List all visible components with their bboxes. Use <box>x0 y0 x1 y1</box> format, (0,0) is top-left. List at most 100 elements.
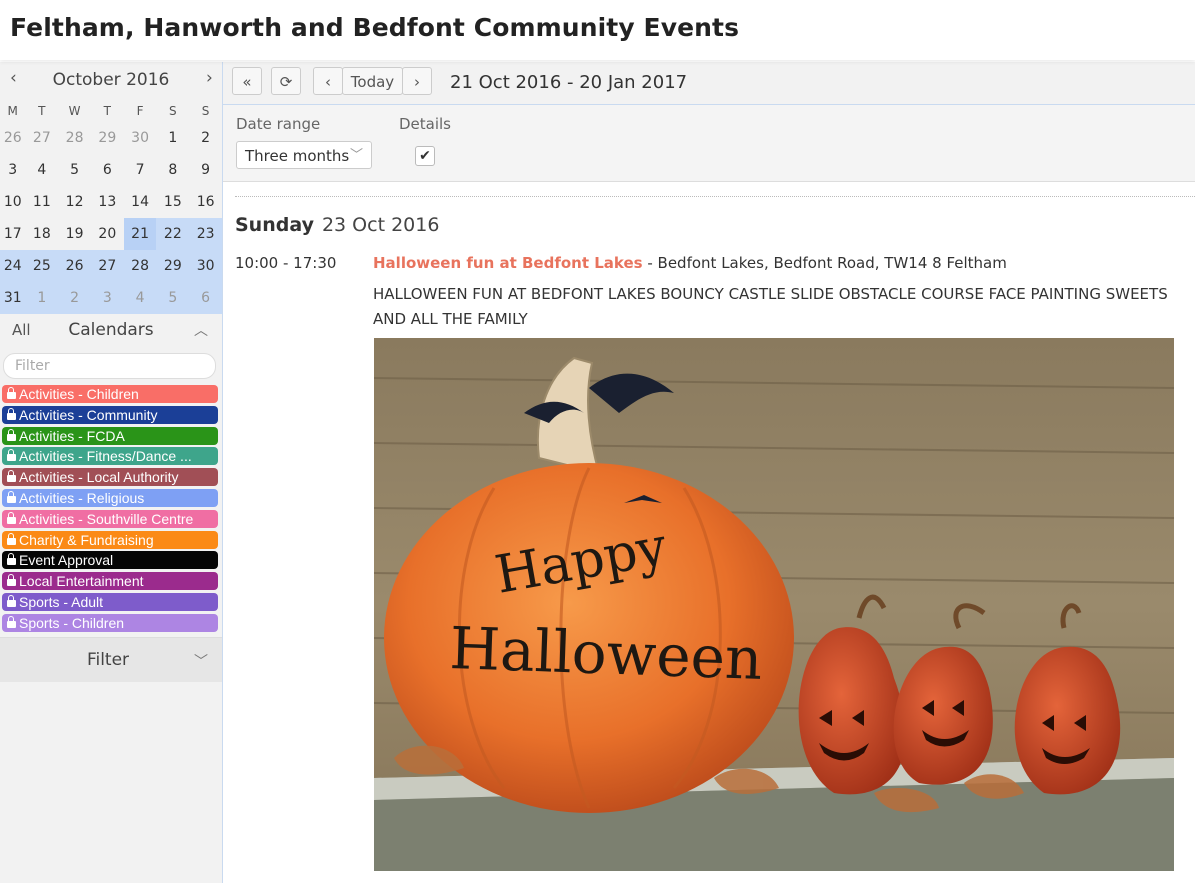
calendar-day[interactable]: 4 <box>123 282 157 314</box>
calendar-day[interactable]: 12 <box>58 186 91 218</box>
calendar-day[interactable]: 11 <box>25 186 58 218</box>
today-button[interactable]: Today <box>342 67 403 95</box>
calendar-item[interactable]: Activities - Community <box>2 405 218 424</box>
weekday-label: T <box>38 104 46 118</box>
next-month-button[interactable]: › <box>206 68 213 88</box>
calendar-day[interactable]: 4 <box>25 154 58 186</box>
calendar-item-label: Activities - Religious <box>19 489 145 506</box>
calendar-day[interactable]: 2 <box>189 122 222 154</box>
calendar-day[interactable]: 7 <box>124 154 157 186</box>
calendar-day[interactable]: 5 <box>58 154 91 186</box>
prev-button[interactable]: ‹ <box>313 67 343 95</box>
calendar-day[interactable]: 21 <box>123 218 157 250</box>
date-range-value: Three months <box>245 147 350 165</box>
mini-calendar: M T W T F S S 26 27 28 29 30 1 2 3 4 5 6… <box>0 100 222 314</box>
calendar-item[interactable]: Activities - Local Authority <box>2 468 218 487</box>
event-title-link[interactable]: Halloween fun at Bedfont Lakes <box>373 254 643 272</box>
calendars-section-header: All Calendars ︿ <box>0 312 222 348</box>
details-checkbox[interactable]: ✔ <box>415 146 435 166</box>
lock-icon <box>7 428 16 441</box>
chevron-down-icon: ﹀ <box>349 148 363 163</box>
calendar-day[interactable]: 15 <box>156 186 189 218</box>
chevron-down-icon[interactable]: ﹀ <box>194 651 208 671</box>
calendars-title[interactable]: Calendars <box>0 320 222 340</box>
calendar-day[interactable]: 24 <box>0 250 26 282</box>
weekday-label: F <box>136 104 144 118</box>
calendar-day[interactable]: 17 <box>0 218 25 250</box>
calendar-day[interactable]: 6 <box>91 154 124 186</box>
calendar-day[interactable]: 16 <box>189 186 222 218</box>
chevron-up-icon[interactable]: ︿ <box>194 320 208 340</box>
calendar-item-label: Activities - FCDA <box>19 427 125 444</box>
calendar-item[interactable]: Activities - Children <box>2 385 218 403</box>
calendar-day[interactable]: 27 <box>25 122 58 154</box>
calendar-day[interactable]: 6 <box>189 282 222 314</box>
month-label: October 2016 <box>52 70 170 90</box>
agenda-view: Sunday 23 Oct 2016 10:00 - 17:30 Hallowee… <box>223 182 1195 883</box>
calendar-item-label: Activities - Southville Centre <box>19 510 194 527</box>
lock-icon <box>7 594 16 607</box>
weekday-label: T <box>103 104 111 118</box>
calendar-item[interactable]: Event Approval <box>2 551 218 570</box>
calendar-day[interactable]: 1 <box>156 122 189 154</box>
calendar-item[interactable]: Charity & Fundraising <box>2 530 218 549</box>
details-label: Details <box>399 115 452 133</box>
calendar-day[interactable]: 8 <box>156 154 189 186</box>
date-range-label: Date range <box>236 115 321 133</box>
calendar-filter-input[interactable]: Filter <box>3 353 216 379</box>
app-header: Feltham, Hanworth and Bedfont Community … <box>0 0 1195 60</box>
calendar-item-label: Sports - Children <box>19 614 125 631</box>
day-name: Sunday <box>235 214 314 236</box>
weekday-label: W <box>68 104 81 118</box>
calendar-day[interactable]: 29 <box>91 122 124 154</box>
calendar-day[interactable]: 22 <box>156 218 190 250</box>
calendar-day[interactable]: 3 <box>90 282 124 314</box>
calendar-day[interactable]: 27 <box>90 250 124 282</box>
calendar-day[interactable]: 3 <box>0 154 25 186</box>
calendar-item[interactable]: Activities - FCDA <box>2 426 218 445</box>
calendar-item[interactable]: Sports - Children <box>2 613 218 632</box>
calendar-item[interactable]: Local Entertainment <box>2 572 218 591</box>
calendar-item[interactable]: Activities - Southville Centre <box>2 509 218 528</box>
sidebar: ‹ October 2016 › M T W T F S S 26 27 28 … <box>0 62 223 883</box>
event-description: HALLOWEEN FUN AT BEDFONT LAKES BOUNCY CA… <box>373 285 1168 328</box>
calendar-item[interactable]: Sports - Adult <box>2 592 218 611</box>
lock-icon <box>7 490 16 503</box>
calendar-day[interactable]: 10 <box>0 186 25 218</box>
first-page-button[interactable]: « <box>232 67 262 95</box>
calendar-day[interactable]: 26 <box>0 122 25 154</box>
calendar-day[interactable]: 18 <box>25 218 58 250</box>
divider <box>235 196 1195 197</box>
calendar-day[interactable]: 26 <box>58 250 91 282</box>
calendar-day[interactable]: 31 <box>0 282 26 314</box>
calendar-day[interactable]: 23 <box>189 218 222 250</box>
event-location: - Bedfont Lakes, Bedfont Road, TW14 8 Fe… <box>642 254 1007 272</box>
filter-section-header[interactable]: Filter ﹀ <box>0 637 222 682</box>
calendar-item[interactable]: Activities - Religious <box>2 488 218 507</box>
calendar-day[interactable]: 28 <box>123 250 157 282</box>
calendar-day[interactable]: 30 <box>124 122 157 154</box>
calendar-day[interactable]: 1 <box>25 282 59 314</box>
date-range-select[interactable]: Three months ﹀ <box>236 141 372 169</box>
lock-icon <box>7 574 16 587</box>
lock-icon <box>7 407 16 420</box>
calendar-day[interactable]: 20 <box>91 218 124 250</box>
calendar-day[interactable]: 2 <box>58 282 91 314</box>
next-button[interactable]: › <box>402 67 432 95</box>
lock-icon <box>7 615 16 628</box>
calendar-day[interactable]: 30 <box>189 250 222 282</box>
calendar-day[interactable]: 19 <box>58 218 91 250</box>
refresh-button[interactable]: ⟳ <box>271 67 301 95</box>
weekday-label: M <box>7 104 18 118</box>
page-title: Feltham, Hanworth and Bedfont Community … <box>10 13 740 42</box>
calendar-day[interactable]: 28 <box>58 122 91 154</box>
calendar-day[interactable]: 29 <box>156 250 190 282</box>
calendar-item[interactable]: Activities - Fitness/Dance ... <box>2 447 218 466</box>
calendar-day[interactable]: 9 <box>189 154 222 186</box>
calendar-day[interactable]: 13 <box>91 186 124 218</box>
calendar-day[interactable]: 5 <box>156 282 190 314</box>
lock-icon <box>7 532 16 545</box>
calendar-list: Activities - Children Activities - Commu… <box>2 385 218 635</box>
calendar-day[interactable]: 25 <box>25 250 59 282</box>
calendar-day[interactable]: 14 <box>124 186 157 218</box>
